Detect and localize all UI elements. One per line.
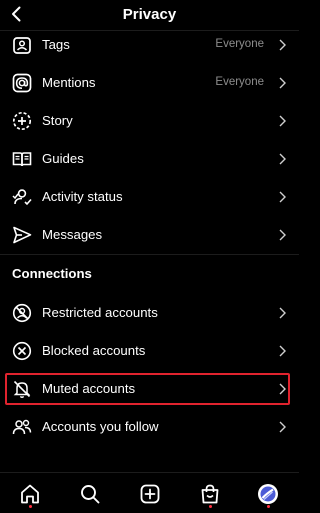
at-sign-icon: [12, 73, 32, 93]
bottom-tab-bar: [0, 472, 299, 513]
chevron-right-icon: [279, 307, 286, 319]
blocked-x-icon: [12, 341, 32, 361]
row-label: Mentions: [42, 75, 96, 90]
row-mentions[interactable]: Mentions Everyone: [0, 64, 299, 102]
tab-home[interactable]: [19, 483, 41, 505]
row-label: Messages: [42, 227, 103, 242]
home-icon: [21, 484, 39, 504]
row-blocked-accounts[interactable]: Blocked accounts: [0, 332, 299, 370]
chevron-right-icon: [279, 345, 286, 357]
tab-profile[interactable]: [257, 483, 279, 505]
row-guides[interactable]: Guides: [0, 140, 299, 178]
chevron-right-icon: [279, 39, 286, 51]
tab-search[interactable]: [79, 483, 101, 505]
notification-dot: [29, 505, 32, 508]
row-label: Guides: [42, 151, 84, 166]
person-activity-icon: [12, 187, 32, 207]
section-heading: Connections: [12, 266, 92, 281]
row-messages[interactable]: Messages: [0, 216, 299, 254]
section-divider: [0, 254, 299, 255]
row-tags[interactable]: Tags Everyone: [0, 26, 299, 64]
page-title: Privacy: [122, 6, 177, 23]
chevron-right-icon: [279, 191, 286, 203]
chevron-right-icon: [279, 77, 286, 89]
tag-icon: [12, 35, 32, 55]
row-label: Restricted accounts: [42, 305, 158, 320]
row-label: Blocked accounts: [42, 343, 146, 358]
people-icon: [12, 417, 32, 437]
create-icon: [140, 484, 160, 504]
row-story[interactable]: Story: [0, 102, 299, 140]
restricted-icon: [12, 303, 32, 323]
row-activity-status[interactable]: Activity status: [0, 178, 299, 216]
chevron-right-icon: [279, 229, 286, 241]
row-restricted-accounts[interactable]: Restricted accounts: [0, 294, 299, 332]
chevron-right-icon: [279, 421, 286, 433]
notification-dot: [267, 505, 270, 508]
shop-icon: [201, 484, 219, 504]
tab-shop[interactable]: [199, 483, 221, 505]
row-label: Story: [42, 113, 73, 128]
chevron-right-icon: [279, 115, 286, 127]
search-icon: [81, 485, 100, 504]
tab-create[interactable]: [139, 483, 161, 505]
story-plus-icon: [12, 111, 32, 131]
row-label: Tags: [42, 37, 70, 52]
highlight-box: [5, 373, 290, 405]
profile-icon: [258, 484, 278, 504]
chevron-right-icon: [279, 153, 286, 165]
notification-dot: [209, 505, 212, 508]
row-label: Accounts you follow: [42, 419, 159, 434]
row-accounts-you-follow[interactable]: Accounts you follow: [0, 408, 299, 446]
row-value: Everyone: [215, 38, 264, 50]
book-icon: [12, 149, 32, 169]
row-label: Activity status: [42, 189, 123, 204]
paper-plane-icon: [12, 225, 32, 245]
row-value: Everyone: [215, 76, 264, 88]
